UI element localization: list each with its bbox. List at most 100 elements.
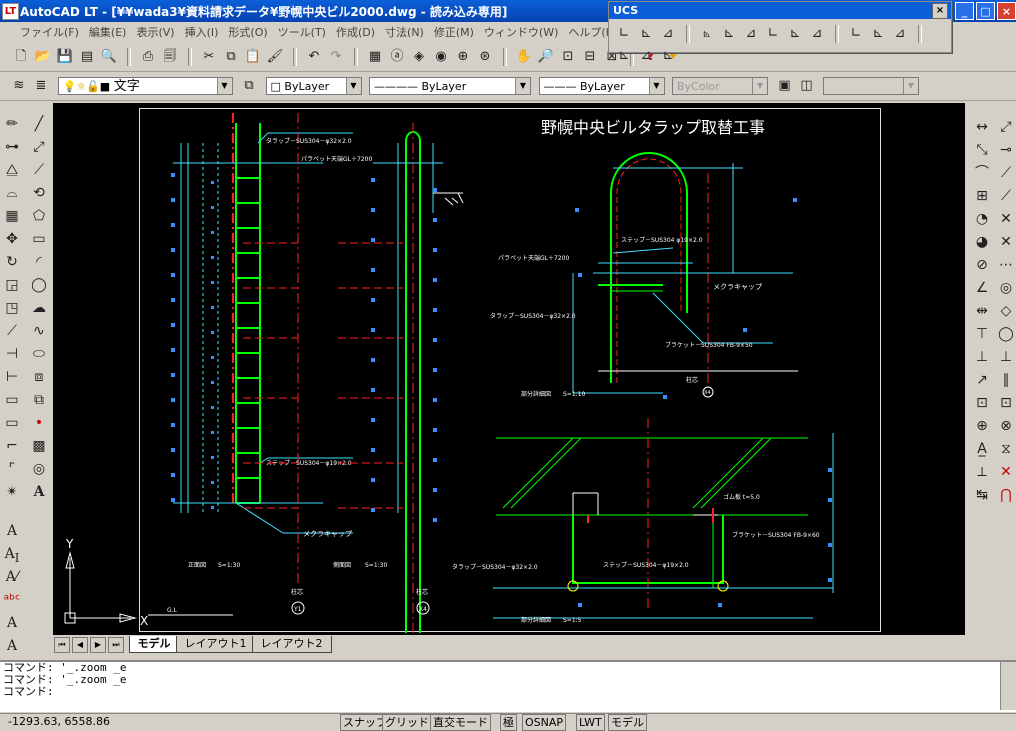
osnap-settings-icon[interactable]: ⋂ xyxy=(995,485,1016,506)
ucs-icon[interactable]: ∟ xyxy=(614,24,634,44)
tool-palette-icon[interactable]: ◉ xyxy=(431,47,451,67)
ucs-apply-icon[interactable]: ⊾ xyxy=(614,46,634,66)
command-window[interactable]: コマンド: '_.zoom _e コマンド: '_.zoom _e コマンド: xyxy=(0,660,1016,712)
ucs-3point-icon[interactable]: ⊿ xyxy=(807,24,827,44)
polar-toggle[interactable]: 極 xyxy=(500,714,517,731)
layer-manager-icon[interactable]: ≋ xyxy=(9,76,29,96)
parallel-icon[interactable]: ∥ xyxy=(995,370,1016,391)
pentagon-icon[interactable]: ⬠ xyxy=(28,206,50,227)
stretch-icon[interactable]: ◳ xyxy=(1,298,23,319)
next-tab-icon[interactable]: ▶ xyxy=(90,637,106,653)
erase-icon[interactable]: ✏ xyxy=(1,114,23,135)
quadrant-icon[interactable]: ◇ xyxy=(995,301,1016,322)
polyline-icon[interactable]: ⟋ xyxy=(28,160,50,181)
menu-window[interactable]: ウィンドウ(W) xyxy=(479,22,563,42)
temp-track-icon[interactable]: ⤢ xyxy=(995,117,1016,138)
region-icon[interactable]: ◎ xyxy=(28,459,50,480)
center-mark-icon[interactable]: ⊕ xyxy=(971,416,993,437)
move-icon[interactable]: ✥ xyxy=(1,229,23,250)
rectangle-icon[interactable]: ▭ xyxy=(28,229,50,250)
mirror-icon[interactable]: ⧋ xyxy=(1,160,23,181)
extend-icon[interactable]: ⊢ xyxy=(1,367,23,388)
offset-icon[interactable]: ⌓ xyxy=(1,183,23,204)
midpoint-icon[interactable]: ⟋ xyxy=(995,186,1016,207)
explode-icon[interactable]: ✴ xyxy=(1,482,23,503)
tangent-icon[interactable]: ◯ xyxy=(995,324,1016,345)
line-icon[interactable]: ╱ xyxy=(28,114,50,135)
copy-object-icon[interactable]: ⊶ xyxy=(1,137,23,158)
ucs-world-icon[interactable]: ⊾ xyxy=(636,24,656,44)
none-snap-icon[interactable]: ✕ xyxy=(995,462,1016,483)
print-preview-icon[interactable]: 🗐 xyxy=(160,47,180,67)
ucs-z-icon[interactable]: ⊿ xyxy=(890,24,910,44)
copy-icon[interactable]: ⧉ xyxy=(221,47,241,67)
angular-icon[interactable]: ∠ xyxy=(971,278,993,299)
multiline-text-icon[interactable]: A xyxy=(28,482,50,503)
paste-icon[interactable]: 📋 xyxy=(243,47,263,67)
menu-dimension[interactable]: 寸法(N) xyxy=(380,22,429,42)
intersection-icon[interactable]: ✕ xyxy=(995,209,1016,230)
find-icon[interactable]: 🔍 xyxy=(99,47,119,67)
fillet-icon[interactable]: ⌜ xyxy=(1,459,23,480)
radius-icon[interactable]: ◔ xyxy=(971,209,993,230)
revcloud-icon[interactable]: ☁ xyxy=(28,298,50,319)
snap-from-icon[interactable]: ⊸ xyxy=(995,140,1016,161)
join-icon[interactable]: ▭ xyxy=(1,413,23,434)
aligned-dimension-icon[interactable]: ⤡ xyxy=(971,140,993,161)
color-dropdown[interactable]: □ ByLayer ▼ xyxy=(265,77,362,95)
menu-file[interactable]: ファイル(F) xyxy=(0,22,84,42)
construction-line-icon[interactable]: ⤢ xyxy=(28,137,50,158)
edit-text-icon[interactable]: A⁄ xyxy=(1,567,23,588)
zoom-window-icon[interactable]: ⊡ xyxy=(558,47,578,67)
menu-tools[interactable]: ツール(T) xyxy=(273,22,331,42)
ucs-x-icon[interactable]: ∟ xyxy=(846,24,866,44)
scale-icon[interactable]: ◲ xyxy=(1,275,23,296)
redo-icon[interactable]: ↷ xyxy=(326,47,346,67)
menu-insert[interactable]: 挿入(I) xyxy=(180,22,224,42)
properties-icon[interactable]: ◈ xyxy=(409,47,429,67)
mtext-icon[interactable]: A xyxy=(1,521,23,542)
insert-block-icon[interactable]: ⧈ xyxy=(28,367,50,388)
continue-icon[interactable]: ⊥ xyxy=(971,347,993,368)
arc-length-icon[interactable]: ⌒ xyxy=(971,163,993,184)
minimize-button[interactable]: _ xyxy=(955,2,974,20)
ucs-origin-icon[interactable]: ∟ xyxy=(763,24,783,44)
polygon-icon[interactable]: ⟲ xyxy=(28,183,50,204)
make-current-layer-icon[interactable]: ⧉ xyxy=(239,76,259,96)
spell-check-icon[interactable]: ᵃᵇᶜ xyxy=(1,590,23,611)
perpendicular-icon[interactable]: ⊥ xyxy=(995,347,1016,368)
ordinate-icon[interactable]: ⊞ xyxy=(971,186,993,207)
zoom-realtime-icon[interactable]: 🔎 xyxy=(536,47,556,67)
prev-tab-icon[interactable]: ◀ xyxy=(72,637,88,653)
lengthen-icon[interactable]: ⟋ xyxy=(1,321,23,342)
close-button[interactable]: × xyxy=(997,2,1016,20)
nearest-icon[interactable]: ⧖ xyxy=(995,439,1016,460)
ucs-toolbar-title[interactable]: UCS × xyxy=(609,2,951,19)
publish-icon[interactable]: ▤ xyxy=(77,47,97,67)
node-icon[interactable]: ⊗ xyxy=(995,416,1016,437)
sheet-set-icon[interactable]: ⊛ xyxy=(475,47,495,67)
ucs-object-icon[interactable]: ⊾ xyxy=(719,24,739,44)
jogged-icon[interactable]: ◕ xyxy=(971,232,993,253)
ucs-y-icon[interactable]: ⊾ xyxy=(868,24,888,44)
tolerance-icon[interactable]: ⊡ xyxy=(971,393,993,414)
ucs-face-icon[interactable]: ⦝ xyxy=(697,24,717,44)
text-style-icon[interactable]: A xyxy=(1,613,23,634)
zoom-previous-icon[interactable]: ⊟ xyxy=(580,47,600,67)
dim-text-edit-icon[interactable]: ⟂ xyxy=(971,462,993,483)
lwt-toggle[interactable]: LWT xyxy=(576,714,605,731)
point-icon[interactable]: • xyxy=(28,413,50,434)
design-center-icon[interactable]: ▦ xyxy=(365,47,385,67)
ucs-view-icon[interactable]: ⊿ xyxy=(741,24,761,44)
break-icon[interactable]: ▭ xyxy=(1,390,23,411)
leader-icon[interactable]: ↗ xyxy=(971,370,993,391)
ucs-manager-icon[interactable]: ⊾ xyxy=(658,46,678,66)
command-prompt[interactable]: コマンド: xyxy=(0,686,1016,698)
array-icon[interactable]: ▦ xyxy=(1,206,23,227)
menu-modify[interactable]: 修正(M) xyxy=(429,22,479,42)
last-tab-icon[interactable]: ⏭ xyxy=(108,637,124,653)
match-properties-icon[interactable]: 🖌 xyxy=(265,47,285,67)
extension-icon[interactable]: ⋯ xyxy=(995,255,1016,276)
ortho-toggle[interactable]: 直交モード xyxy=(430,714,491,731)
help-web-icon[interactable]: ⊕ xyxy=(453,47,473,67)
